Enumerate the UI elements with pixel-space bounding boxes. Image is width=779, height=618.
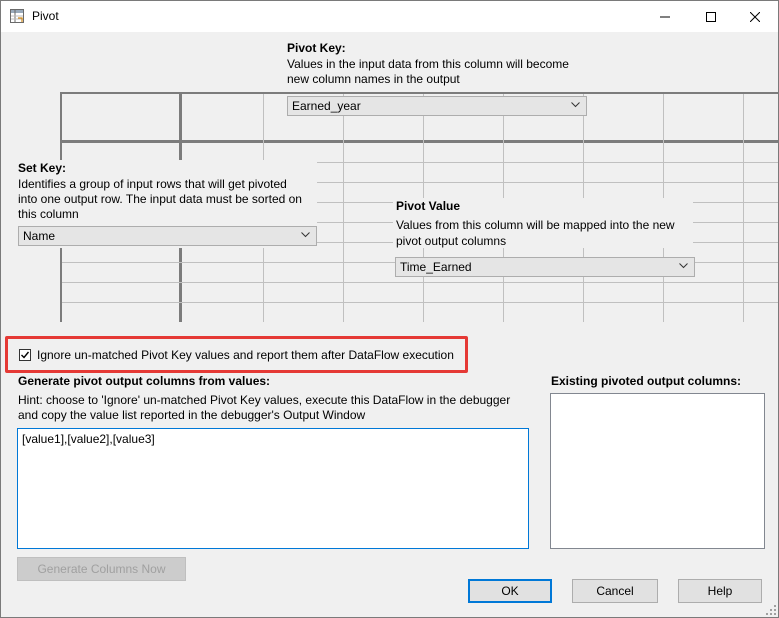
pivot-key-description-line2: new column names in the output xyxy=(287,72,460,86)
set-key-description-line3: this column xyxy=(18,207,79,221)
maximize-icon xyxy=(706,11,716,22)
title-bar: Pivot xyxy=(1,1,778,32)
pivot-value-description-line1: Values from this column will be mapped i… xyxy=(396,218,675,232)
pivot-value-dropdown[interactable]: Time_Earned xyxy=(395,257,695,277)
generate-values-text: [value1],[value2],[value3] xyxy=(22,432,155,446)
grid-line xyxy=(62,302,778,303)
checkmark-icon xyxy=(21,351,30,359)
set-key-description-line2: into one output row. The input data must… xyxy=(18,192,302,206)
grid-line xyxy=(343,94,344,322)
grid-line xyxy=(743,94,744,322)
set-key-selected-value: Name xyxy=(23,229,56,243)
pivot-key-heading: Pivot Key: xyxy=(287,41,346,55)
pivot-value-selected-value: Time_Earned xyxy=(400,260,472,274)
pivot-value-heading: Pivot Value xyxy=(396,199,461,213)
pivot-app-icon xyxy=(10,9,24,23)
grid-line xyxy=(60,140,778,143)
generate-heading: Generate pivot output columns from value… xyxy=(18,374,271,388)
pivot-key-description-line1: Values in the input data from this colum… xyxy=(287,57,569,71)
grid-line xyxy=(62,282,778,283)
minimize-icon xyxy=(660,16,670,17)
resize-grip-icon[interactable] xyxy=(765,604,777,616)
generate-hint-line1: Hint: choose to 'Ignore' un-matched Pivo… xyxy=(18,393,511,407)
existing-columns-list[interactable] xyxy=(550,393,765,549)
pivot-value-description-line2: pivot output columns xyxy=(396,234,507,248)
chevron-down-icon xyxy=(679,263,688,269)
minimize-button[interactable] xyxy=(642,1,688,32)
window-title: Pivot xyxy=(32,9,59,23)
maximize-button[interactable] xyxy=(688,1,734,32)
generate-columns-now-button[interactable]: Generate Columns Now xyxy=(17,557,186,581)
close-button[interactable] xyxy=(732,1,778,32)
help-button[interactable]: Help xyxy=(678,579,762,603)
set-key-dropdown[interactable]: Name xyxy=(18,226,317,246)
ignore-unmatched-checkbox[interactable] xyxy=(19,349,31,361)
set-key-description-line1: Identifies a group of input rows that wi… xyxy=(18,177,287,191)
pivot-key-dropdown[interactable]: Earned_year xyxy=(287,96,587,116)
generate-values-textarea[interactable]: [value1],[value2],[value3] xyxy=(17,428,529,549)
generate-hint-line2: and copy the value list reported in the … xyxy=(18,408,366,422)
ignore-unmatched-label[interactable]: Ignore un-matched Pivot Key values and r… xyxy=(37,348,454,363)
existing-columns-heading: Existing pivoted output columns: xyxy=(551,374,741,388)
set-key-heading: Set Key: xyxy=(18,161,67,175)
pivot-key-selected-value: Earned_year xyxy=(292,99,361,113)
ok-button[interactable]: OK xyxy=(468,579,552,603)
chevron-down-icon xyxy=(301,232,310,238)
chevron-down-icon xyxy=(571,102,580,108)
cancel-button[interactable]: Cancel xyxy=(572,579,658,603)
pivot-dialog: Pivot Pivot Key: Values in the input dat… xyxy=(0,0,779,618)
dialog-content: Pivot Key: Values in the input data from… xyxy=(1,32,778,617)
close-icon xyxy=(750,11,760,22)
grid-line xyxy=(60,92,778,94)
